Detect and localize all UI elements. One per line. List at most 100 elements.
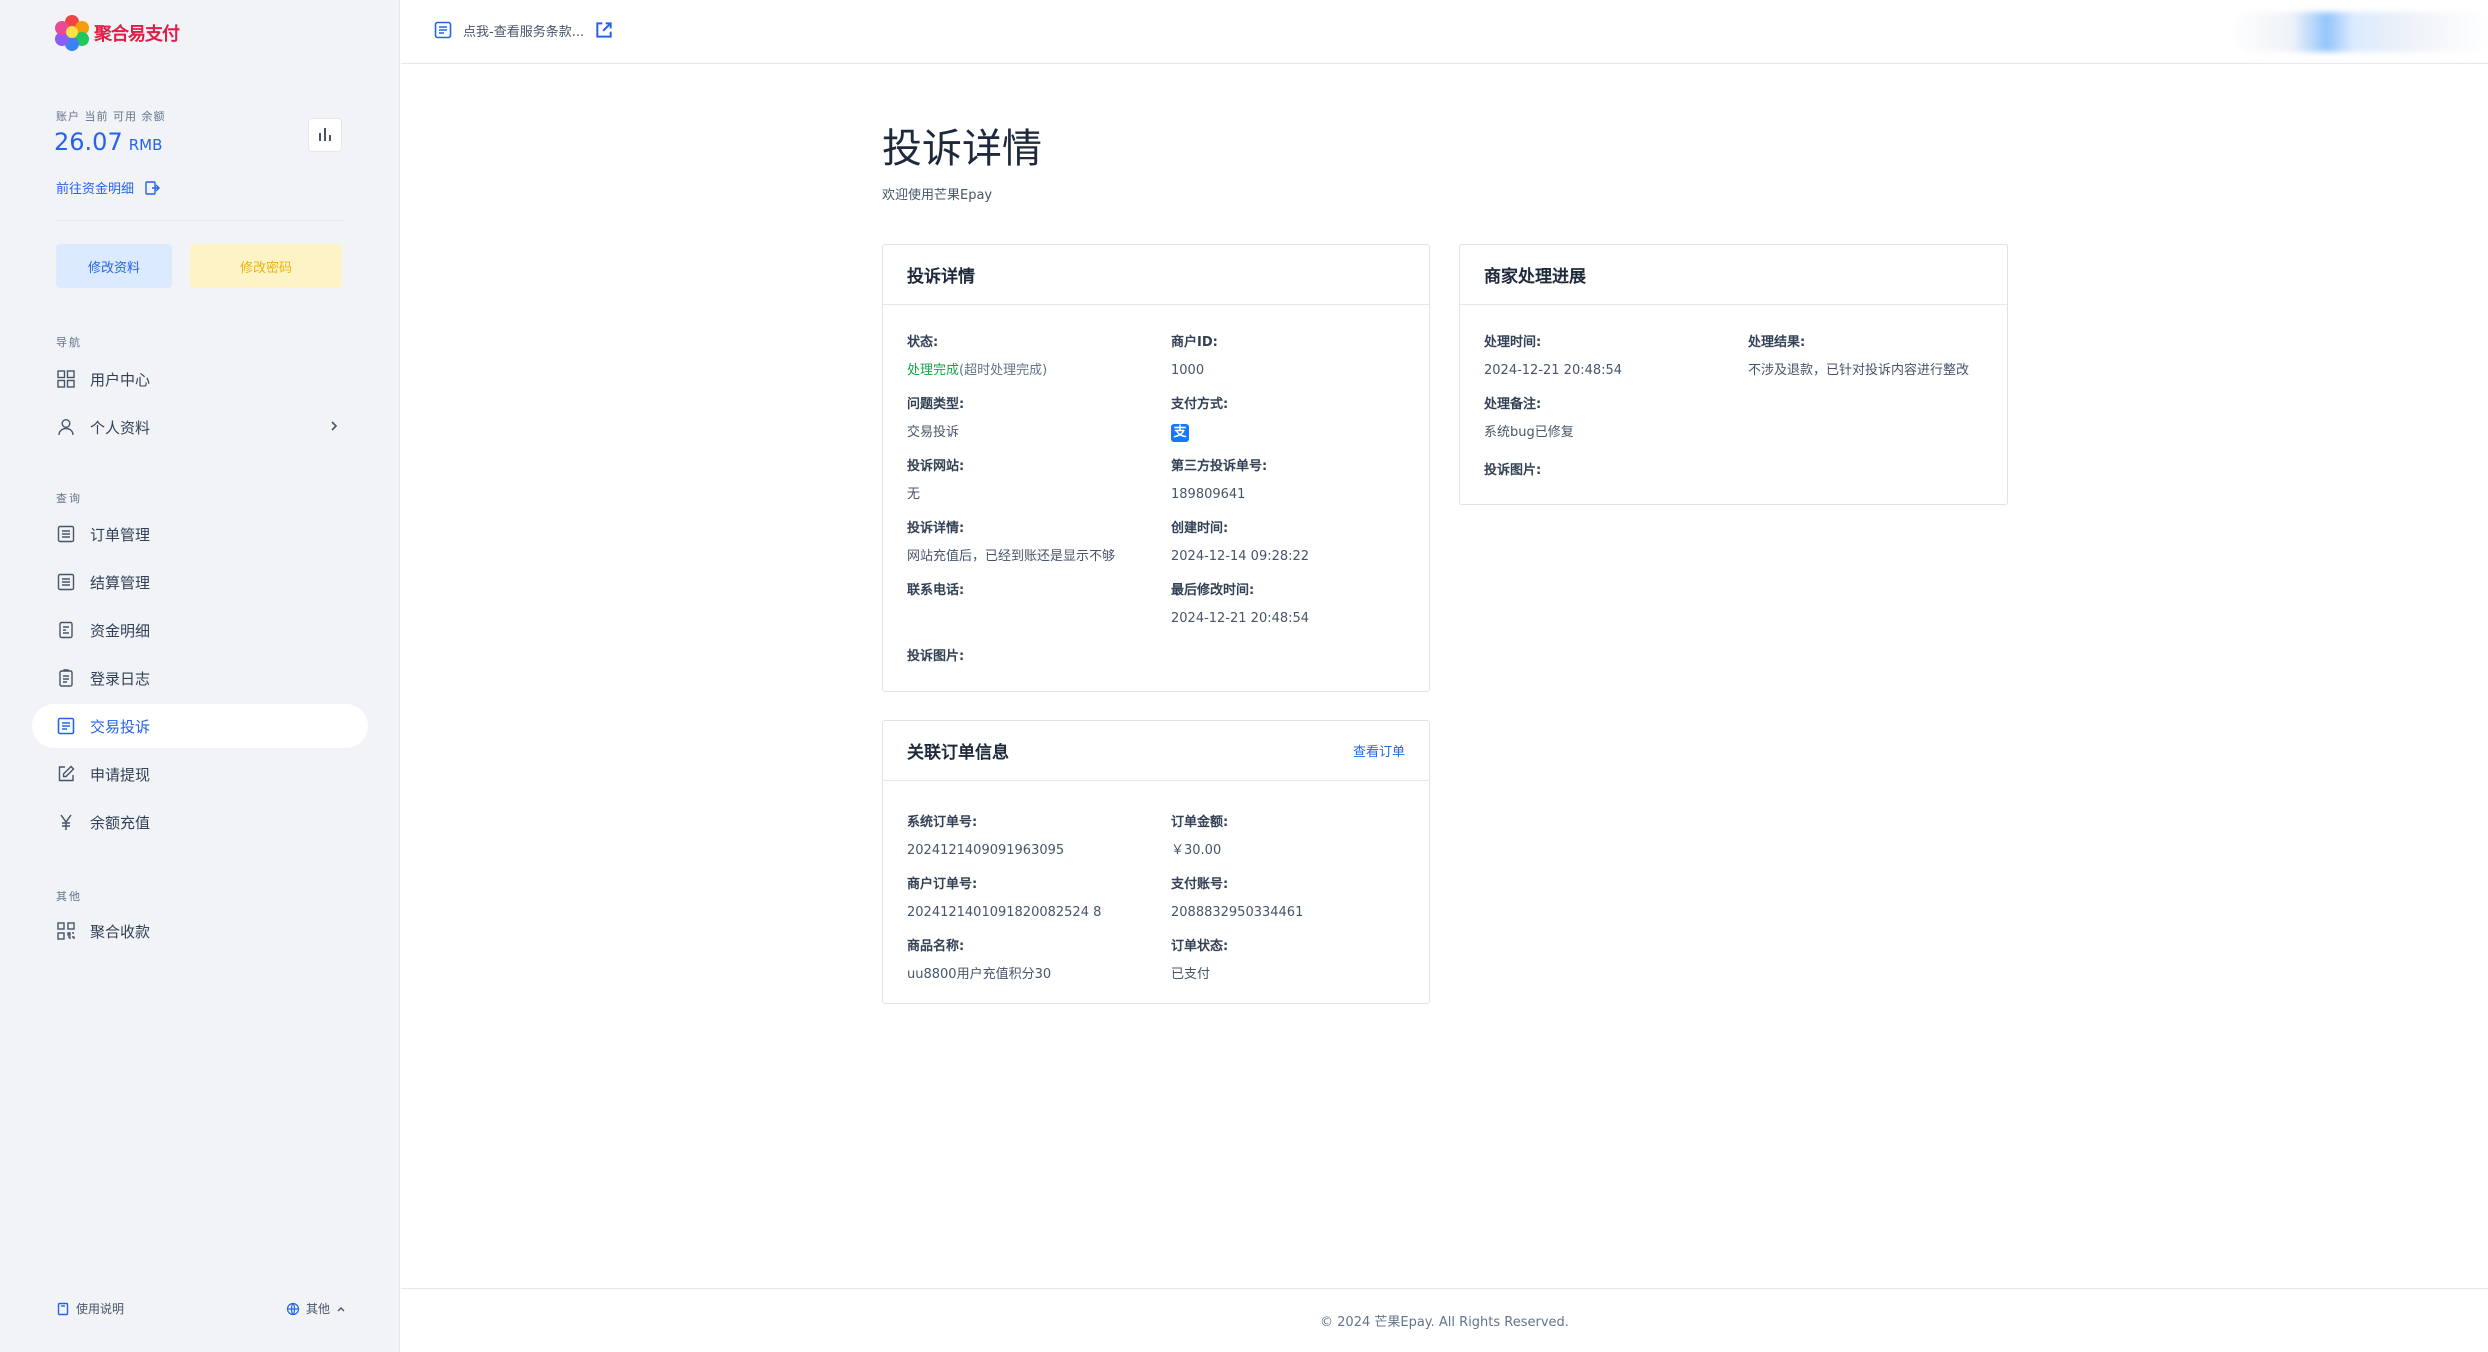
fund-details-link[interactable]: 前往资金明细	[56, 178, 161, 197]
section-title-nav: 导航	[56, 336, 82, 349]
field-label: 创建时间:	[1171, 521, 1229, 536]
edit-profile-button[interactable]: 修改资料	[56, 244, 172, 288]
field-label: 商户ID:	[1171, 335, 1218, 350]
complaint-detail-field: 投诉详情: 网站充值后，已经到账还是显示不够	[907, 517, 1115, 568]
alipay-icon: 支	[1171, 424, 1189, 442]
complaint-details-card: 投诉详情 状态: 处理完成(超时处理完成) 商户ID: 1000 问题类型: 交…	[882, 244, 1430, 692]
card-title: 投诉详情	[907, 267, 975, 287]
chart-bar-icon	[319, 133, 321, 141]
nav-label: 余额充值	[90, 813, 151, 832]
status-field: 状态: 处理完成(超时处理完成)	[907, 331, 1047, 382]
third-party-id-field: 第三方投诉单号: 189809641	[1171, 455, 1267, 506]
process-result-field: 处理结果: 不涉及退款，已针对投诉内容进行整改	[1748, 331, 1988, 382]
field-value: uu8800用户充值积分30	[907, 967, 1052, 982]
section-title-other: 其他	[56, 890, 82, 903]
progress-images-field: 投诉图片:	[1484, 459, 1541, 478]
help-link-label: 使用说明	[76, 1302, 125, 1316]
external-link-icon	[596, 22, 612, 38]
card-title: 商家处理进展	[1484, 267, 1586, 287]
section-title-query: 查询	[56, 492, 82, 505]
nav-item-recharge[interactable]: 余额充值	[32, 800, 368, 844]
other-menu-label: 其他	[305, 1302, 330, 1316]
globe-icon	[286, 1302, 300, 1315]
list-doc-icon	[57, 573, 75, 591]
nav-item-complaints[interactable]: 交易投诉	[32, 704, 368, 748]
field-label: 投诉详情:	[907, 521, 965, 536]
nav-label: 订单管理	[90, 525, 151, 544]
field-label: 订单状态:	[1171, 939, 1229, 954]
stats-chart-button[interactable]	[308, 118, 342, 152]
field-value: ￥30.00	[1171, 843, 1222, 858]
nav-item-aggregate[interactable]: 聚合收款	[32, 909, 368, 953]
chevron-up-icon	[337, 1306, 345, 1311]
clipboard-icon	[59, 669, 73, 687]
payment-method-field: 支付方式: 支	[1171, 393, 1228, 444]
yen-icon	[60, 814, 72, 830]
chevron-right-icon	[331, 421, 338, 431]
balance-amount: 26.07	[54, 128, 123, 156]
fund-details-link-label: 前往资金明细	[56, 182, 135, 197]
balance-currency: RMB	[128, 136, 163, 154]
card-header: 投诉详情	[883, 245, 1429, 305]
field-label: 第三方投诉单号:	[1171, 459, 1268, 474]
field-value: 已支付	[1171, 967, 1211, 982]
field-value: 不涉及退款，已针对投诉内容进行整改	[1748, 363, 1970, 378]
nav-label: 用户中心	[90, 370, 151, 389]
nav-item-withdraw[interactable]: 申请提现	[32, 752, 368, 796]
nav-label: 交易投诉	[90, 717, 151, 736]
nav-item-profile[interactable]: 个人资料	[32, 405, 368, 449]
nav-item-orders[interactable]: 订单管理	[32, 512, 368, 556]
nav-item-login-log[interactable]: 登录日志	[32, 656, 368, 700]
field-value: 1000	[1171, 363, 1205, 378]
system-order-field: 系统订单号: 2024121409091963095	[907, 811, 1064, 862]
field-label: 投诉网站:	[907, 459, 965, 474]
nav-label: 聚合收款	[90, 922, 151, 941]
nav-item-settlement[interactable]: 结算管理	[32, 560, 368, 604]
field-value: 2088832950334461	[1171, 905, 1304, 920]
field-value: 网站充值后，已经到账还是显示不够	[907, 549, 1116, 564]
nav-label: 申请提现	[90, 765, 151, 784]
balance-value: 26.07 RMB	[54, 128, 162, 156]
field-label: 商品名称:	[907, 939, 965, 954]
complaint-images-field: 投诉图片:	[907, 645, 964, 664]
user-menu-avatar[interactable]	[2228, 12, 2488, 52]
card-header: 关联订单信息 查看订单	[883, 721, 1429, 781]
card-title: 关联订单信息	[907, 743, 1009, 763]
field-label: 状态:	[907, 335, 939, 350]
field-label: 处理备注:	[1484, 397, 1542, 412]
field-value: 系统bug已修复	[1484, 425, 1574, 440]
field-label: 投诉图片:	[907, 649, 965, 664]
field-value: 189809641	[1171, 487, 1246, 502]
receipt-icon	[59, 621, 73, 639]
terms-notice-text: 点我-查看服务条款...	[463, 24, 585, 40]
merchant-progress-card: 商家处理进展 处理时间: 2024-12-21 20:48:54 处理结果: 不…	[1459, 244, 2008, 505]
field-label: 支付账号:	[1171, 877, 1229, 892]
nav-item-user-center[interactable]: 用户中心	[32, 357, 368, 401]
related-order-card: 关联订单信息 查看订单 系统订单号: 2024121409091963095 订…	[882, 720, 1430, 1004]
flower-logo-icon	[54, 15, 90, 51]
copyright-text: © 2024 芒果Epay. All Rights Reserved.	[1320, 1315, 1569, 1330]
help-link[interactable]: 使用说明	[56, 1300, 124, 1317]
notice-doc-icon	[434, 21, 452, 39]
nav-label: 登录日志	[90, 669, 151, 688]
field-label: 投诉图片:	[1484, 463, 1542, 478]
edit-password-button[interactable]: 修改密码	[190, 244, 342, 288]
field-label: 处理时间:	[1484, 335, 1542, 350]
merchant-order-field: 商户订单号: 2024121401091820082524 8	[907, 873, 1101, 924]
nav-item-funds[interactable]: 资金明细	[32, 608, 368, 652]
nav-label: 个人资料	[90, 418, 151, 437]
page-title: 投诉详情	[882, 126, 1042, 172]
merchant-id-field: 商户ID: 1000	[1171, 331, 1218, 382]
terms-notice-link[interactable]: 点我-查看服务条款...	[433, 20, 614, 40]
brand-logo[interactable]: 聚合易支付	[54, 14, 180, 52]
contact-phone-field: 联系电话:	[907, 579, 964, 598]
field-label: 订单金额:	[1171, 815, 1229, 830]
page-subtitle: 欢迎使用芒果Epay	[882, 188, 993, 203]
created-time-field: 创建时间: 2024-12-14 09:28:22	[1171, 517, 1309, 568]
field-label: 最后修改时间:	[1171, 583, 1255, 598]
other-menu-toggle[interactable]: 其他	[286, 1300, 346, 1317]
page-footer: © 2024 芒果Epay. All Rights Reserved.	[401, 1288, 2488, 1352]
field-value: 无	[907, 487, 921, 502]
field-value: 交易投诉	[907, 425, 960, 440]
view-order-link[interactable]: 查看订单	[1353, 741, 1405, 760]
